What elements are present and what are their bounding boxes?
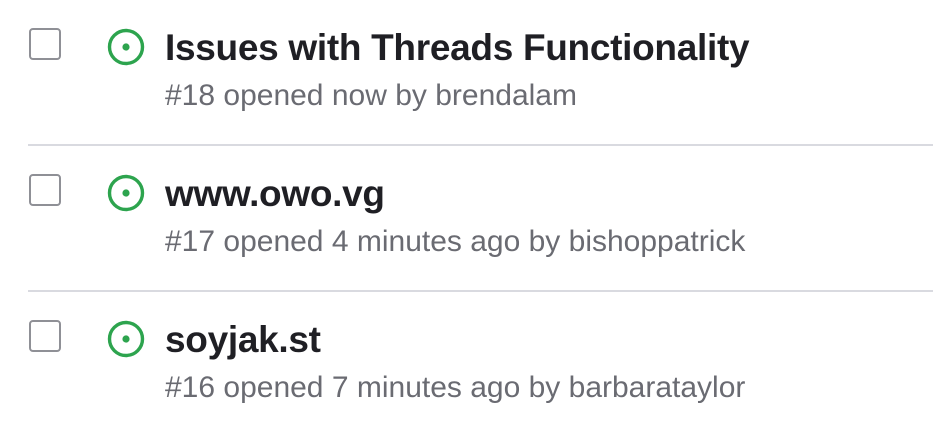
issue-select-checkbox[interactable] bbox=[29, 320, 61, 352]
issue-title-link[interactable]: soyjak.st bbox=[165, 314, 321, 366]
issue-row: www.owo.vg #17 opened 4 minutes ago by b… bbox=[0, 146, 933, 291]
issue-row: soyjak.st #16 opened 7 minutes ago by ba… bbox=[0, 292, 933, 436]
row-divider bbox=[28, 290, 933, 292]
issue-title-link[interactable]: Issues with Threads Functionality bbox=[165, 22, 750, 74]
issue-list: Issues with Threads Functionality #18 op… bbox=[0, 0, 933, 436]
issue-select-checkbox[interactable] bbox=[29, 28, 61, 60]
issue-meta: #17 opened 4 minutes ago by bishoppatric… bbox=[165, 225, 746, 258]
issue-open-icon bbox=[107, 320, 145, 358]
issue-open-icon bbox=[107, 28, 145, 66]
issue-meta: #16 opened 7 minutes ago by barbarataylo… bbox=[165, 371, 746, 404]
issue-open-icon bbox=[107, 174, 145, 212]
issue-select-checkbox[interactable] bbox=[29, 174, 61, 206]
issue-row: Issues with Threads Functionality #18 op… bbox=[0, 0, 933, 145]
row-divider bbox=[28, 144, 933, 146]
issue-title-link[interactable]: www.owo.vg bbox=[165, 168, 385, 220]
issue-meta: #18 opened now by brendalam bbox=[165, 79, 577, 112]
